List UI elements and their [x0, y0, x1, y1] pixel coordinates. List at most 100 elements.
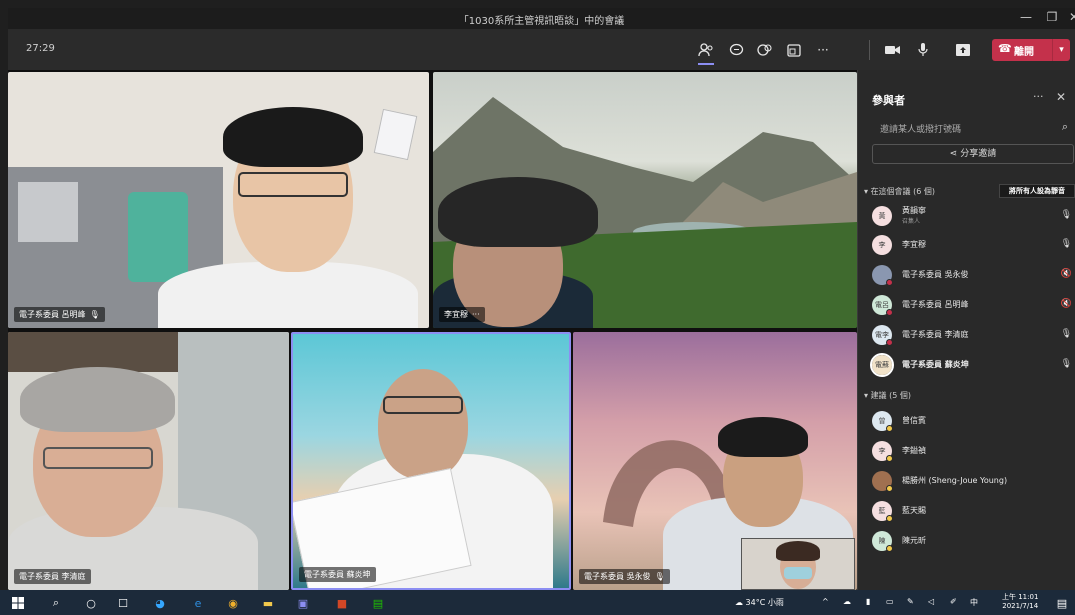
leave-button[interactable]: ☎ 離開 ▾	[992, 39, 1070, 61]
participant-name: 黃韻寧	[902, 206, 926, 215]
suggested-row[interactable]: 曾 曾信賓	[872, 410, 1072, 432]
invite-search-field[interactable]: 邀請某人或撥打號碼 ⌕	[872, 120, 1072, 138]
cloud-sync-icon[interactable]: ☁	[843, 597, 851, 606]
video-tile-participant[interactable]: 電子系委員 李清庭	[8, 332, 289, 590]
microphone-icon[interactable]: 🎙	[1061, 210, 1072, 220]
ime-indicator[interactable]: 中	[970, 597, 978, 608]
panel-more-button[interactable]: ···	[1033, 90, 1044, 103]
share-invite-button[interactable]: ⋖ 分享邀請	[872, 144, 1074, 164]
participant-name: 電子系委員 吳永俊	[902, 270, 969, 279]
suggested-row[interactable]: 陳 陳元昕	[872, 530, 1072, 552]
avatar: 電蘇	[870, 353, 894, 377]
microphone-icon[interactable]: 🎙	[1061, 239, 1072, 249]
reactions-button[interactable]	[754, 39, 776, 61]
notifications-icon[interactable]: ▤	[1054, 595, 1070, 611]
self-view-preview[interactable]	[741, 538, 855, 590]
more-options-icon[interactable]: ···	[472, 310, 480, 319]
cortana-icon[interactable]: ○	[83, 595, 99, 611]
suggested-section-header[interactable]: ▾ 建議 (5 個)	[864, 390, 911, 401]
video-tile-participant[interactable]: 電子系委員 呂明峰 🎙	[8, 72, 429, 328]
avatar: 李	[872, 441, 893, 462]
background-jacket	[128, 192, 188, 282]
tray-chevron-icon[interactable]: ^	[822, 597, 829, 606]
taskbar-clock[interactable]: 上午 11:01 2021/7/14	[1002, 593, 1038, 611]
video-tile-participant[interactable]: 電子系委員 吳永俊 🎙	[573, 332, 857, 590]
hang-up-icon: ☎	[998, 42, 1012, 55]
tile-name-label: 電子系委員 李清庭	[14, 569, 91, 584]
more-actions-button[interactable]: ···	[812, 39, 834, 61]
reactions-icon	[757, 44, 772, 56]
powerpoint-icon[interactable]: ■	[334, 595, 350, 611]
share-screen-button[interactable]	[952, 39, 974, 61]
participants-panel: 參與者 ··· ✕ 邀請某人或撥打號碼 ⌕ ⋖ 分享邀請 ▾ 在這個會議 (6 …	[857, 70, 1075, 590]
participant-row[interactable]: 李 李宜穆 🎙	[872, 234, 1072, 256]
search-icon[interactable]: ⌕	[1062, 120, 1068, 134]
weather-widget[interactable]: ☁ 34°C 小雨	[735, 597, 784, 608]
participant-row[interactable]: 電李 電子系委員 李清庭 🎙	[872, 324, 1072, 346]
task-view-icon[interactable]: ☐	[115, 595, 131, 611]
participant-row[interactable]: 電子系委員 吳永俊 🔇	[872, 264, 1072, 286]
microphone-icon[interactable]: 🎙	[1061, 359, 1072, 369]
in-meeting-section-header[interactable]: ▾ 在這個會議 (6 個)	[864, 186, 935, 197]
avatar: 黃	[872, 206, 892, 226]
tile-name-label: 李宜穆 ···	[439, 307, 485, 322]
chrome-icon[interactable]: ◉	[225, 595, 241, 611]
microphone-icon[interactable]: 🎙	[1061, 329, 1072, 339]
suggested-name: 楊勝州 (Sheng-Joue Young)	[902, 476, 1008, 485]
participant-name: 電子系委員 李清庭	[902, 330, 969, 339]
volume-icon[interactable]: ◁	[928, 597, 934, 606]
video-tile-active-speaker[interactable]: 電子系委員 蘇炎坤	[291, 332, 571, 590]
search-placeholder: 邀請某人或撥打號碼	[880, 125, 962, 135]
suggested-row[interactable]: 楊勝州 (Sheng-Joue Young)	[872, 470, 1072, 492]
leave-options-chevron-icon[interactable]: ▾	[1052, 39, 1070, 61]
avatar: 李	[872, 235, 892, 255]
participants-button[interactable]	[695, 39, 717, 65]
tile-name-label: 電子系委員 呂明峰 🎙	[14, 307, 105, 322]
suggested-name: 藍天賜	[902, 506, 926, 515]
suggested-row[interactable]: 李 李鎰禎	[872, 440, 1072, 462]
windows-taskbar: ⌕ ○ ☐ ◕ e ◉ ▬ ▣ ■ ▤ ☁ 34°C 小雨 ^ ☁ ▮ ▭ ✎ …	[0, 590, 1075, 615]
participant-row[interactable]: 電呂 電子系委員 呂明峰 🔇	[872, 294, 1072, 316]
suggested-row[interactable]: 藍 藍天賜	[872, 500, 1072, 522]
maximize-button[interactable]: ❐	[1042, 10, 1062, 24]
camera-icon	[884, 46, 900, 54]
participant-row-speaking[interactable]: 電蘇 電子系委員 蘇炎坤 🎙	[870, 353, 1072, 377]
network-icon[interactable]: ▭	[886, 597, 894, 606]
file-explorer-icon[interactable]: ▬	[260, 595, 276, 611]
avatar: 藍	[872, 501, 893, 522]
microphone-button[interactable]	[912, 39, 934, 61]
tile-name-label: 電子系委員 蘇炎坤	[299, 567, 376, 582]
chat-button[interactable]	[725, 39, 747, 61]
pen-icon[interactable]: ✎	[907, 597, 914, 606]
person-hair	[438, 177, 598, 247]
ie-icon[interactable]: e	[190, 595, 206, 611]
avatar: 電呂	[872, 295, 893, 316]
line-icon[interactable]: ▤	[370, 595, 386, 611]
usb-icon[interactable]: ▮	[866, 597, 870, 606]
windows-icon	[12, 597, 24, 609]
camera-button[interactable]	[881, 39, 903, 61]
rooms-icon	[787, 43, 801, 57]
search-icon[interactable]: ⌕	[48, 595, 64, 611]
chat-icon	[729, 43, 743, 56]
video-tile-participant[interactable]: 李宜穆 ···	[433, 72, 857, 328]
suggested-name: 李鎰禎	[902, 446, 926, 455]
teams-icon[interactable]: ▣	[295, 595, 311, 611]
participant-row[interactable]: 黃 黃韻寧 召集人 🎙	[872, 205, 1072, 227]
panel-close-button[interactable]: ✕	[1056, 90, 1066, 104]
ink-icon[interactable]: ✐	[950, 597, 957, 606]
breakout-rooms-button[interactable]	[783, 39, 805, 61]
clock-time: 上午 11:01	[1002, 593, 1039, 601]
participant-name: 電子系委員 呂明峰	[902, 300, 969, 309]
microphone-muted-icon[interactable]: 🔇	[1061, 299, 1072, 309]
participant-name: 電子系委員 蘇炎坤	[902, 360, 969, 369]
suggested-name: 陳元昕	[902, 536, 926, 545]
close-window-button[interactable]: ✕	[1064, 10, 1075, 24]
participants-icon	[698, 43, 713, 57]
mute-all-button[interactable]: 將所有人設為靜音	[999, 184, 1075, 198]
minimize-button[interactable]: —	[1016, 10, 1036, 24]
start-button[interactable]	[10, 595, 26, 611]
edge-icon[interactable]: ◕	[152, 595, 168, 611]
microphone-muted-icon[interactable]: 🔇	[1061, 269, 1072, 279]
suggested-name: 曾信賓	[902, 416, 926, 425]
